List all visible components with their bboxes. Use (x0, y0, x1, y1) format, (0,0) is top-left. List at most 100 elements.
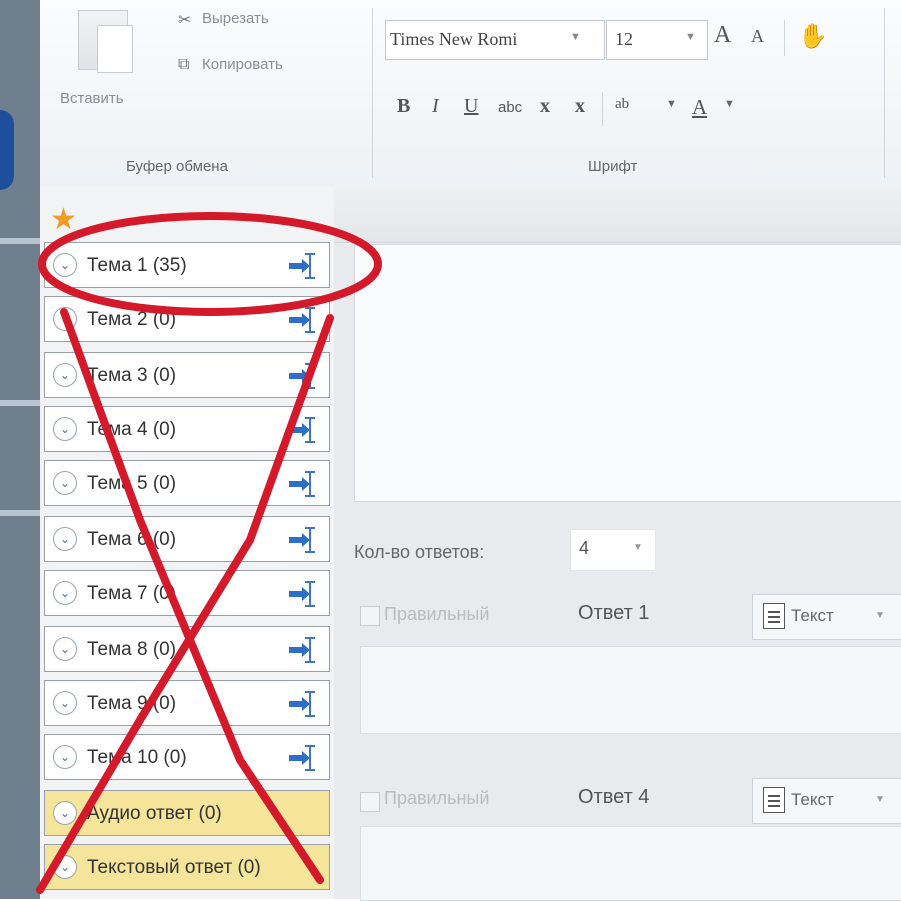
background-window-strip (0, 0, 40, 899)
grow-font-button[interactable]: A (714, 22, 731, 49)
special-theme-row[interactable]: ⌄ Аудио ответ (0) (44, 790, 330, 836)
theme-label: Аудио ответ (0) (87, 803, 222, 824)
group-separator (372, 8, 373, 178)
insert-cursor-icon[interactable] (289, 363, 319, 389)
strikethrough-button[interactable]: abc (498, 99, 522, 116)
insert-cursor-icon[interactable] (289, 745, 319, 771)
copy-button[interactable]: Копировать (202, 56, 283, 73)
chevron-down-icon[interactable]: ⌄ (53, 527, 77, 551)
theme-row[interactable]: ⌄ Тема 8 (0) (44, 626, 330, 672)
background-window-logo (0, 110, 14, 190)
chevron-down-icon[interactable]: ▼ (724, 98, 735, 110)
theme-label: Тема 9 (0) (87, 693, 177, 714)
chevron-down-icon: ▼ (875, 794, 885, 805)
insert-cursor-icon[interactable] (289, 253, 319, 279)
answer4-type-select[interactable]: Текст ▼ (752, 778, 901, 824)
paste-icon[interactable] (78, 10, 133, 73)
theme-label: Тема 6 (0) (87, 529, 177, 550)
chevron-down-icon[interactable]: ▼ (666, 98, 677, 110)
font-color-button[interactable]: A (692, 95, 707, 120)
chevron-down-icon: ▼ (633, 542, 643, 553)
theme-label: Тема 2 (0) (87, 309, 177, 330)
answer4-type-value: Текст (791, 790, 834, 809)
chevron-down-icon[interactable]: ⌄ (53, 691, 77, 715)
chevron-down-icon[interactable]: ⌄ (53, 307, 77, 331)
font-name-select[interactable]: Times New Romi ▼ (385, 20, 605, 60)
background-divider (0, 510, 40, 516)
theme-row[interactable]: ⌄ Тема 6 (0) (44, 516, 330, 562)
insert-cursor-icon[interactable] (289, 307, 319, 333)
special-theme-row[interactable]: ⌄ Текстовый ответ (0) (44, 844, 330, 890)
chevron-down-icon: ▼ (875, 610, 885, 621)
theme-label: Тема 7 (0) (87, 583, 177, 604)
answer1-text-area[interactable] (360, 646, 901, 734)
group-separator (602, 92, 603, 126)
theme-row[interactable]: ⌄ Тема 5 (0) (44, 460, 330, 506)
theme-row[interactable]: ⌄ Тема 3 (0) (44, 352, 330, 398)
insert-cursor-icon[interactable] (289, 417, 319, 443)
answer-count-label: Кол-во ответов: (354, 542, 485, 562)
answer4-correct-checkbox[interactable] (360, 792, 380, 812)
chevron-down-icon[interactable]: ⌄ (53, 417, 77, 441)
subscript-button[interactable]: x (540, 95, 550, 118)
theme-row[interactable]: ⌄ Тема 4 (0) (44, 406, 330, 452)
question-text-area[interactable] (354, 244, 901, 502)
chevron-down-icon: ▼ (685, 31, 696, 43)
answer-count-select[interactable]: 4 ▼ (570, 529, 656, 571)
chevron-down-icon[interactable]: ⌄ (53, 253, 77, 277)
theme-list-panel: ★ ⌄ Тема 1 (35) ⌄ Тема 2 (0) ⌄ Тема 3 (0) ⌄ Тем… (40, 186, 335, 899)
chevron-down-icon[interactable]: ⌄ (53, 801, 77, 825)
theme-label: Тема 1 (35) (87, 255, 187, 276)
theme-label: Тема 10 (0) (87, 747, 187, 768)
answer1-correct-label: Правильный (384, 604, 490, 624)
answer-count-value: 4 (579, 538, 590, 558)
group-separator (784, 20, 785, 56)
insert-cursor-icon[interactable] (289, 527, 319, 553)
chevron-down-icon[interactable]: ⌄ (53, 637, 77, 661)
italic-button[interactable]: I (432, 95, 439, 118)
theme-row[interactable]: ⌄ Тема 10 (0) (44, 734, 330, 780)
theme-row[interactable]: ⌄ Тема 7 (0) (44, 570, 330, 616)
theme-row[interactable]: ⌄ Тема 9 (0) (44, 680, 330, 726)
text-document-icon (763, 787, 785, 813)
answer4-text-area[interactable] (360, 826, 901, 901)
insert-cursor-icon[interactable] (289, 637, 319, 663)
underline-button[interactable]: U (464, 95, 478, 118)
answer1-type-select[interactable]: Текст ▼ (752, 594, 901, 640)
chevron-down-icon[interactable]: ⌄ (53, 855, 77, 879)
theme-label: Тема 5 (0) (87, 473, 177, 494)
font-group-label: Шрифт (588, 158, 638, 175)
paste-button[interactable]: Вставить (60, 90, 124, 107)
chevron-down-icon: ▼ (570, 31, 581, 43)
chevron-down-icon[interactable]: ⌄ (53, 745, 77, 769)
copy-icon: ⧉ (178, 56, 190, 73)
chevron-down-icon[interactable]: ⌄ (53, 471, 77, 495)
answer4-correct-label: Правильный (384, 788, 490, 808)
highlight-color-button[interactable]: ab (615, 96, 629, 113)
font-size-select[interactable]: 12 ▼ (606, 20, 708, 60)
ribbon-toolbar: Вставить ✂ Вырезать ⧉ Копировать Буфер о… (40, 0, 901, 187)
answer1-type-value: Текст (791, 606, 834, 625)
chevron-down-icon[interactable]: ⌄ (53, 363, 77, 387)
insert-cursor-icon[interactable] (289, 471, 319, 497)
scissors-icon: ✂ (178, 12, 192, 29)
answer1-label: Ответ 1 (578, 602, 650, 624)
shrink-font-button[interactable]: A (751, 26, 764, 47)
star-icon[interactable]: ★ (50, 202, 77, 237)
clipboard-group-label: Буфер обмена (126, 158, 228, 175)
chevron-down-icon[interactable]: ⌄ (53, 581, 77, 605)
theme-row[interactable]: ⌄ Тема 1 (35) (44, 242, 330, 288)
answer1-correct-checkbox[interactable] (360, 606, 380, 626)
insert-cursor-icon[interactable] (289, 691, 319, 717)
clear-format-icon[interactable]: ✋ (798, 22, 828, 51)
theme-row[interactable]: ⌄ Тема 2 (0) (44, 296, 330, 342)
cut-button[interactable]: Вырезать (202, 10, 269, 27)
editor-header (334, 186, 901, 243)
bold-button[interactable]: B (397, 95, 410, 118)
theme-label: Тема 4 (0) (87, 419, 177, 440)
font-size-value: 12 (615, 29, 633, 49)
superscript-button[interactable]: x (575, 95, 585, 118)
insert-cursor-icon[interactable] (289, 581, 319, 607)
question-editor: Кол-во ответов: 4 ▼ Правильный Ответ 1 Т… (334, 186, 901, 901)
background-divider (0, 238, 40, 244)
